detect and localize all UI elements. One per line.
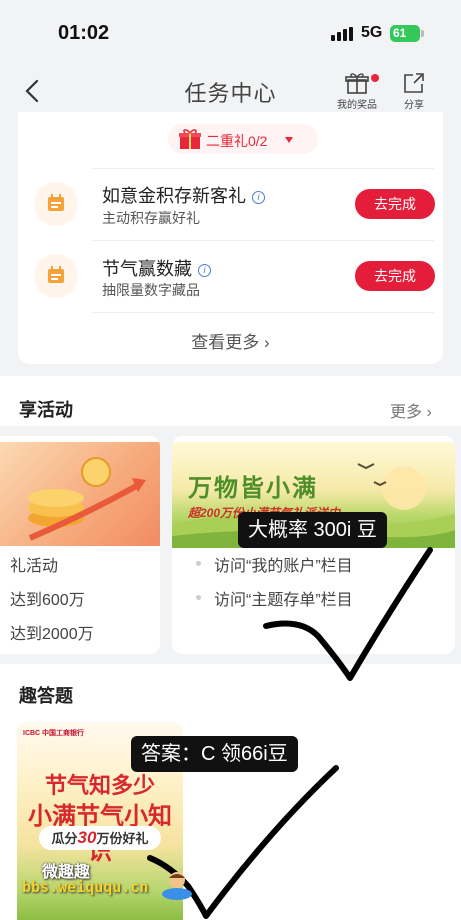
handwritten-checkmarks (147, 547, 433, 919)
watermark-url: bbs.weiququ.cn (22, 878, 149, 896)
mascot-icon (162, 872, 192, 900)
